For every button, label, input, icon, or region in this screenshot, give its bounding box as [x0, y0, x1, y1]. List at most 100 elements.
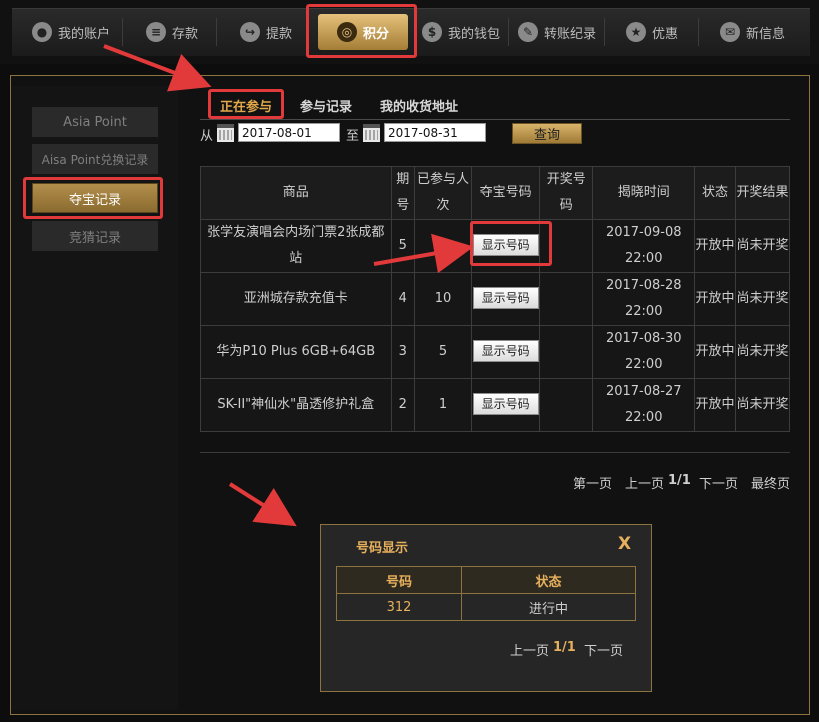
period-cell: 3 — [390, 325, 415, 379]
nav-item-promo[interactable]: ★ 优惠 — [626, 8, 678, 56]
product-cell: 华为P10 Plus 6GB+64GB — [200, 325, 392, 379]
status-cell: 开放中 — [694, 219, 736, 273]
tab-divider — [200, 119, 790, 120]
pager-last[interactable]: 最终页 — [751, 473, 790, 492]
table-row: SK-II"神仙水"晶透修护礼盒 2 1 显示号码 2017-08-27 22:0… — [200, 378, 791, 432]
show-code-button[interactable]: 显示号码 — [472, 393, 539, 415]
popup-header-status: 状态 — [461, 566, 636, 594]
show-code-button[interactable]: 显示号码 — [472, 340, 539, 362]
table-header-row: 商品 期号 已参与人次 夺宝号码 开奖号码 揭晓时间 状态 开奖结果 — [200, 166, 791, 220]
sidebar-item-guess-records[interactable]: 竞猜记录 — [32, 221, 158, 251]
reveal-date: 2017-08-28 — [605, 278, 682, 293]
records-table: 商品 期号 已参与人次 夺宝号码 开奖号码 揭晓时间 状态 开奖结果 张学友演唱… — [200, 166, 791, 432]
pager-prev[interactable]: 上一页 — [625, 473, 664, 492]
code-cell: 显示号码 — [471, 272, 541, 326]
nav-label: 转账纪录 — [544, 26, 597, 42]
header-product: 商品 — [200, 166, 392, 220]
reveal-clock: 22:00 — [625, 357, 663, 372]
nav-item-deposit[interactable]: ≡ 存款 — [146, 8, 198, 56]
popup-pager-page: 1/1 — [553, 640, 576, 655]
count-cell: 5 — [413, 325, 473, 379]
period-cell: 2 — [390, 378, 415, 432]
close-icon[interactable]: X — [618, 534, 631, 554]
coins-icon: ≡ — [146, 22, 166, 42]
popup-pager-prev[interactable]: 上一页 — [510, 640, 549, 659]
popup-status-cell: 进行中 — [461, 593, 636, 621]
to-label: 至 — [346, 129, 360, 144]
to-date-input[interactable] — [384, 123, 486, 142]
header-count: 已参与人次 — [413, 166, 473, 220]
pencil-icon: ✎ — [518, 22, 538, 42]
pager-next[interactable]: 下一页 — [699, 473, 738, 492]
query-button[interactable]: 查询 — [512, 123, 582, 144]
reveal-time-cell: 2017-08-30 22:00 — [592, 325, 696, 379]
lifebuoy-icon: ◎ — [336, 22, 357, 42]
count-cell: 1 — [413, 219, 473, 273]
reveal-clock: 22:00 — [625, 251, 663, 266]
code-cell: 显示号码 — [471, 378, 541, 432]
button-highlight-frame — [470, 221, 552, 266]
period-cell: 5 — [390, 219, 415, 273]
draw-code-cell — [539, 325, 594, 379]
calendar-icon[interactable] — [217, 124, 234, 142]
popup-header-code: 号码 — [336, 566, 462, 594]
from-label: 从 — [200, 129, 214, 144]
popup-code-cell: 312 — [336, 593, 462, 621]
sidebar-item-treasure-records[interactable]: 夺宝记录 — [32, 183, 158, 213]
product-cell: 亚洲城存款充值卡 — [200, 272, 392, 326]
popup-title: 号码显示 — [356, 541, 409, 556]
nav-item-withdraw[interactable]: ↪ 提款 — [240, 8, 292, 56]
user-icon: ● — [32, 22, 52, 42]
header-reveal-time: 揭晓时间 — [592, 166, 696, 220]
reveal-clock: 22:00 — [625, 304, 663, 319]
nav-item-account[interactable]: ● 我的账户 — [32, 8, 110, 56]
reveal-time-cell: 2017-08-28 22:00 — [592, 272, 696, 326]
header-result: 开奖结果 — [734, 166, 791, 220]
result-cell: 尚未开奖 — [734, 325, 791, 379]
status-cell: 开放中 — [694, 378, 736, 432]
result-cell: 尚未开奖 — [734, 219, 791, 273]
nav-label: 我的钱包 — [448, 26, 501, 42]
nav-divider — [698, 18, 699, 46]
mail-icon: ✉ — [720, 22, 740, 42]
status-cell: 开放中 — [694, 325, 736, 379]
calendar-icon[interactable] — [363, 124, 380, 142]
result-cell: 尚未开奖 — [734, 272, 791, 326]
table-row: 亚洲城存款充值卡 4 10 显示号码 2017-08-28 22:00 开放中 尚… — [200, 272, 791, 326]
count-cell: 10 — [413, 272, 473, 326]
count-cell: 1 — [413, 378, 473, 432]
nav-label: 提款 — [266, 26, 293, 42]
nav-item-transfer[interactable]: ✎ 转账纪录 — [518, 8, 596, 56]
nav-label: 我的账户 — [58, 26, 111, 42]
reveal-time-cell: 2017-09-08 22:00 — [592, 219, 696, 273]
pager-divider — [200, 452, 790, 453]
product-cell: 张学友演唱会内场门票2张成都站 — [200, 219, 392, 273]
nav-divider — [604, 18, 605, 46]
result-cell: 尚未开奖 — [734, 378, 791, 432]
sidebar-item-exchange-records[interactable]: Aisa Point兑换记录 — [32, 144, 158, 174]
reveal-clock: 22:00 — [625, 410, 663, 425]
draw-code-cell — [539, 272, 594, 326]
code-cell: 显示号码 — [471, 325, 541, 379]
tab-participation-records[interactable]: 参与记录 — [300, 94, 352, 116]
reveal-time-cell: 2017-08-27 22:00 — [592, 378, 696, 432]
tab-shipping-address[interactable]: 我的收货地址 — [380, 94, 458, 116]
popup-pager-next[interactable]: 下一页 — [584, 640, 623, 659]
nav-divider — [122, 18, 123, 46]
nav-label: 优惠 — [652, 26, 679, 42]
tab-participating[interactable]: 正在参与 — [220, 94, 272, 116]
pager-page: 1/1 — [668, 473, 691, 488]
nav-item-wallet[interactable]: $ 我的钱包 — [422, 8, 500, 56]
header-draw-code: 开奖号码 — [539, 166, 594, 220]
header-status: 状态 — [694, 166, 736, 220]
nav-item-messages[interactable]: ✉ 新信息 — [720, 8, 785, 56]
show-code-button[interactable]: 显示号码 — [472, 287, 539, 309]
header-code: 夺宝号码 — [471, 166, 541, 220]
pager-first[interactable]: 第一页 — [573, 473, 612, 492]
header-period: 期号 — [390, 166, 415, 220]
reveal-date: 2017-09-08 — [605, 225, 682, 240]
sidebar-item-asia-point[interactable]: Asia Point — [32, 107, 158, 137]
from-date-input[interactable] — [238, 123, 340, 142]
nav-item-points[interactable]: ◎ 积分 — [318, 14, 408, 50]
product-cell: SK-II"神仙水"晶透修护礼盒 — [200, 378, 392, 432]
